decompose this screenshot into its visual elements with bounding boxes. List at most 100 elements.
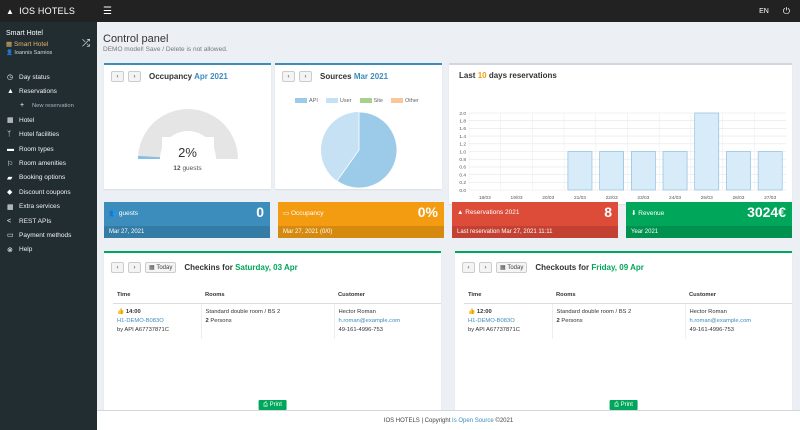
- hotel-selector[interactable]: ▦ Smart Hotel: [6, 40, 91, 48]
- hotel-name: Smart Hotel: [6, 30, 43, 37]
- customer-phone: 49-161-4996-753: [689, 327, 734, 333]
- revenue-card-footer: Year 2021: [626, 226, 792, 238]
- checkouts-table: Time Rooms Customer 👍 12:00 H1-DEMO-B083…: [464, 287, 792, 339]
- sidebar-item-hotel-facilities[interactable]: ᛉ Hotel facilities: [0, 128, 97, 142]
- user-icon: 👤: [6, 50, 13, 56]
- reservations-chart-box: Last 10 days reservations 0.0 0.2 0.4 0.6 0.…: [449, 63, 792, 204]
- print-checkouts-button[interactable]: ⎙ Print: [609, 400, 638, 410]
- customer-cell: Hector Roman h.roman@example.com 49-161-…: [684, 303, 792, 339]
- prev-day-button[interactable]: ‹: [111, 262, 124, 273]
- reservations-card-value: 8: [604, 204, 612, 220]
- customer-email-link[interactable]: h.roman@example.com: [339, 318, 401, 324]
- sidebar-item-room-types[interactable]: ▬ Room types: [0, 142, 97, 156]
- top-navbar: ▲ IOS HOTELS ☰ EN ⏻: [0, 0, 800, 22]
- prev-day-button[interactable]: ‹: [462, 262, 475, 273]
- card-icon: ▭: [7, 232, 14, 240]
- y-tick-label: 1.6: [459, 126, 466, 132]
- guests-label: guests: [182, 165, 202, 172]
- x-tick-label: 18/03: [479, 195, 491, 201]
- card-label-text: Occupancy: [290, 210, 324, 217]
- occupancy-card-value: 0%: [417, 204, 438, 220]
- checkouts-date: Friday, 09 Apr: [591, 263, 644, 272]
- rooms-cell: Standard double room / BS 2 2 Persons: [551, 303, 685, 339]
- revenue-card[interactable]: ⬇ Revenue 3024€ Year 2021: [626, 202, 792, 238]
- reservations-card-footer: Last reservation Mar 27, 2021 11:11: [452, 226, 618, 238]
- power-icon[interactable]: ⏻: [783, 6, 790, 17]
- sidebar-item-room-amenities[interactable]: ⚐ Room amenities: [0, 156, 97, 170]
- checkouts-box: ‹ › ▦ Today Checkouts for Friday, 09 Apr…: [455, 251, 792, 410]
- print-label: Print: [620, 402, 633, 408]
- card-label-text: Revenue: [638, 210, 665, 217]
- printer-icon: ⎙: [614, 402, 619, 408]
- cutlery-icon: ᛉ: [7, 131, 12, 139]
- sidebar-item-rest-apis[interactable]: < REST APIs: [0, 214, 97, 228]
- occupancy-card[interactable]: ▭ Occupancy 0% Mar 27, 2021 (0/0): [278, 202, 444, 238]
- menu-toggle-icon[interactable]: ☰: [103, 6, 112, 17]
- today-label: Today: [156, 264, 173, 271]
- sidebar-item-discount-coupons[interactable]: ◆ Discount coupons: [0, 185, 97, 199]
- reservation-code-link[interactable]: H1-DEMO-B083O: [117, 318, 164, 324]
- sidebar-item-day-status[interactable]: ◷ Day status: [0, 70, 97, 84]
- sidebar-item-payment-methods[interactable]: ▭ Payment methods: [0, 228, 97, 242]
- next-day-button[interactable]: ›: [128, 262, 141, 273]
- occupancy-box: ‹ › Occupancy Apr 2021 2% 12 guests: [104, 63, 271, 189]
- rooms-cell: Standard double room / BS 2 2 Persons: [200, 303, 334, 339]
- sidebar-item-reservations[interactable]: ▲ Reservations: [0, 84, 97, 98]
- hotel-sub-label: Smart Hotel: [13, 41, 49, 48]
- sidebar-item-help[interactable]: ⊗ Help: [0, 243, 97, 257]
- bell-icon: ▲: [457, 209, 464, 216]
- users-icon: 👥: [109, 210, 118, 217]
- sidebar-item-new-reservation[interactable]: + New reservation: [0, 99, 97, 113]
- next-day-button[interactable]: ›: [479, 262, 492, 273]
- bar: [599, 151, 624, 191]
- reservation-code-link[interactable]: H1-DEMO-B083O: [468, 318, 515, 324]
- customer-email-link[interactable]: h.roman@example.com: [690, 318, 752, 324]
- y-tick-label: 2.0: [459, 111, 466, 117]
- persons-label: Persons: [210, 318, 232, 324]
- source-text: by API A67737871C: [117, 327, 169, 333]
- chevron-right-icon: ›: [133, 264, 136, 271]
- footer-link[interactable]: Is Open Source: [452, 418, 494, 424]
- guests-card[interactable]: 👥 guests 0 Mar 27, 2021: [104, 202, 270, 238]
- x-tick-label: 27/03: [764, 195, 776, 201]
- guests-card-footer: Mar 27, 2021: [104, 226, 270, 238]
- guests-count: 12: [173, 165, 181, 172]
- sidebar-item-label: Reservations: [19, 88, 57, 96]
- time-value: 14:00: [125, 309, 141, 315]
- bar: [757, 151, 783, 191]
- sidebar-item-hotel[interactable]: ▦ Hotel: [0, 113, 97, 127]
- persons-label: Persons: [561, 318, 583, 324]
- language-switch[interactable]: EN: [759, 8, 769, 15]
- checkins-date: Saturday, 03 Apr: [235, 263, 298, 272]
- shuffle-icon[interactable]: ⤮: [82, 38, 90, 49]
- sidebar-item-extra-services[interactable]: ▦ Extra services: [0, 200, 97, 214]
- sidebar-item-booking-options[interactable]: ▰ Booking options: [0, 171, 97, 185]
- sidebar-item-label: Help: [19, 246, 33, 254]
- download-icon: ⬇: [631, 210, 637, 217]
- col-rooms: Rooms: [552, 287, 685, 304]
- x-tick-label: 25/03: [701, 195, 713, 201]
- occupancy-percent: 2%: [178, 145, 197, 160]
- sidebar-item-label: Room types: [19, 145, 54, 153]
- occupancy-card-footer: Mar 27, 2021 (0/0): [278, 226, 444, 238]
- brand[interactable]: ▲ IOS HOTELS: [0, 6, 97, 16]
- time-value: 12:00: [476, 309, 492, 315]
- reservations-card[interactable]: ▲ Reservations 2021 8 Last reservation M…: [452, 202, 618, 238]
- calendar-icon: ▦: [149, 265, 155, 271]
- customer-phone: 49-161-4996-753: [338, 327, 383, 333]
- chevron-right-icon: ›: [484, 264, 487, 271]
- col-customer: Customer: [685, 287, 792, 304]
- guests-card-label: 👥 guests: [109, 209, 138, 217]
- today-label: Today: [507, 264, 524, 271]
- persons-count: 2: [205, 318, 209, 324]
- y-tick-label: 0.0: [459, 188, 466, 194]
- print-checkins-button[interactable]: ⎙ Print: [258, 400, 287, 410]
- user-name: 👤 Ioannis Sarnios: [6, 50, 91, 56]
- page-subtitle: DEMO model! Save / Delete is not allowed…: [103, 46, 228, 53]
- y-tick-label: 1.0: [459, 149, 466, 155]
- today-button[interactable]: ▦ Today: [496, 262, 528, 273]
- y-tick-label: 0.4: [459, 172, 466, 178]
- today-button[interactable]: ▦ Today: [145, 262, 177, 273]
- sidebar-item-label: Hotel facilities: [19, 131, 60, 139]
- sources-pie: [321, 111, 398, 189]
